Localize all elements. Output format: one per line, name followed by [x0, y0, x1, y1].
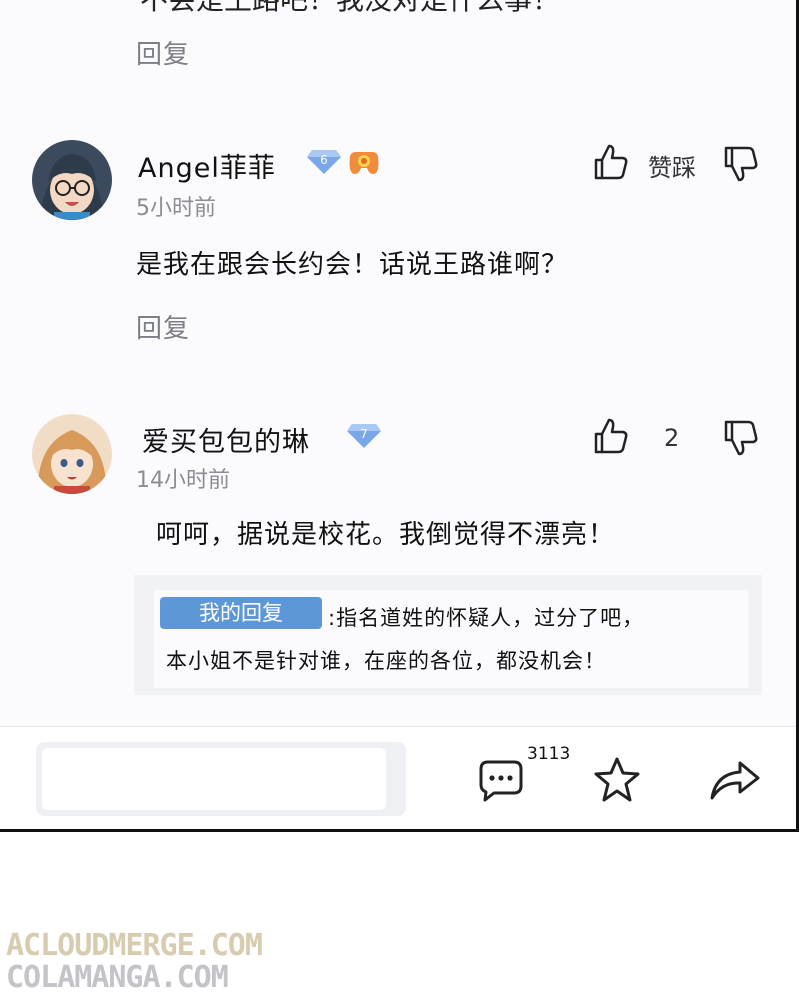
avatar[interactable]: [32, 414, 112, 494]
watermark-line-1: ACLOUDMERGE.COM: [6, 928, 263, 963]
game-controller-icon: [346, 148, 382, 180]
like-icon[interactable]: [590, 142, 630, 186]
avatar[interactable]: [32, 140, 112, 220]
reply-link[interactable]: 回复: [136, 34, 190, 71]
my-reply-tag: 我的回复: [160, 597, 322, 629]
comment-icon[interactable]: [478, 758, 524, 806]
reply-link[interactable]: 回复: [136, 308, 190, 345]
username[interactable]: 爱买包包的琳: [142, 420, 310, 459]
comment-input[interactable]: [42, 748, 386, 810]
level-number: 7: [360, 427, 368, 441]
share-icon[interactable]: [708, 758, 762, 806]
timestamp: 14小时前: [136, 468, 230, 493]
like-count: 2: [664, 424, 680, 452]
watermark-line-2: COLAMANGA.COM: [6, 960, 229, 995]
my-reply-line-1: :指名道姓的怀疑人，过分了吧，: [328, 606, 645, 630]
comment-count: 3113: [527, 744, 571, 764]
comment-text: 是我在跟会长约会！话说王路谁啊？: [136, 250, 569, 280]
comment-text: 呵呵，据说是校花。我倒觉得不漂亮！: [156, 520, 616, 550]
timestamp: 5小时前: [136, 196, 216, 221]
dislike-icon[interactable]: [720, 418, 760, 462]
comment-panel: 不会是王路吧！我没对是什么事！ 回复 Angel菲菲 6 5小时前: [0, 0, 799, 832]
my-reply-line-2: 本小姐不是针对谁，在座的各位，都没机会！: [166, 649, 606, 673]
level-number: 6: [320, 153, 328, 167]
star-icon[interactable]: [592, 756, 642, 808]
username[interactable]: Angel菲菲: [138, 146, 276, 185]
level-badge: 6: [306, 146, 342, 180]
like-icon[interactable]: [590, 416, 630, 460]
vote-label: 赞踩: [648, 154, 696, 182]
level-badge: 7: [346, 420, 382, 454]
dislike-icon[interactable]: [720, 144, 760, 188]
previous-comment-text: 不会是王路吧！我没对是什么事！: [140, 0, 560, 18]
